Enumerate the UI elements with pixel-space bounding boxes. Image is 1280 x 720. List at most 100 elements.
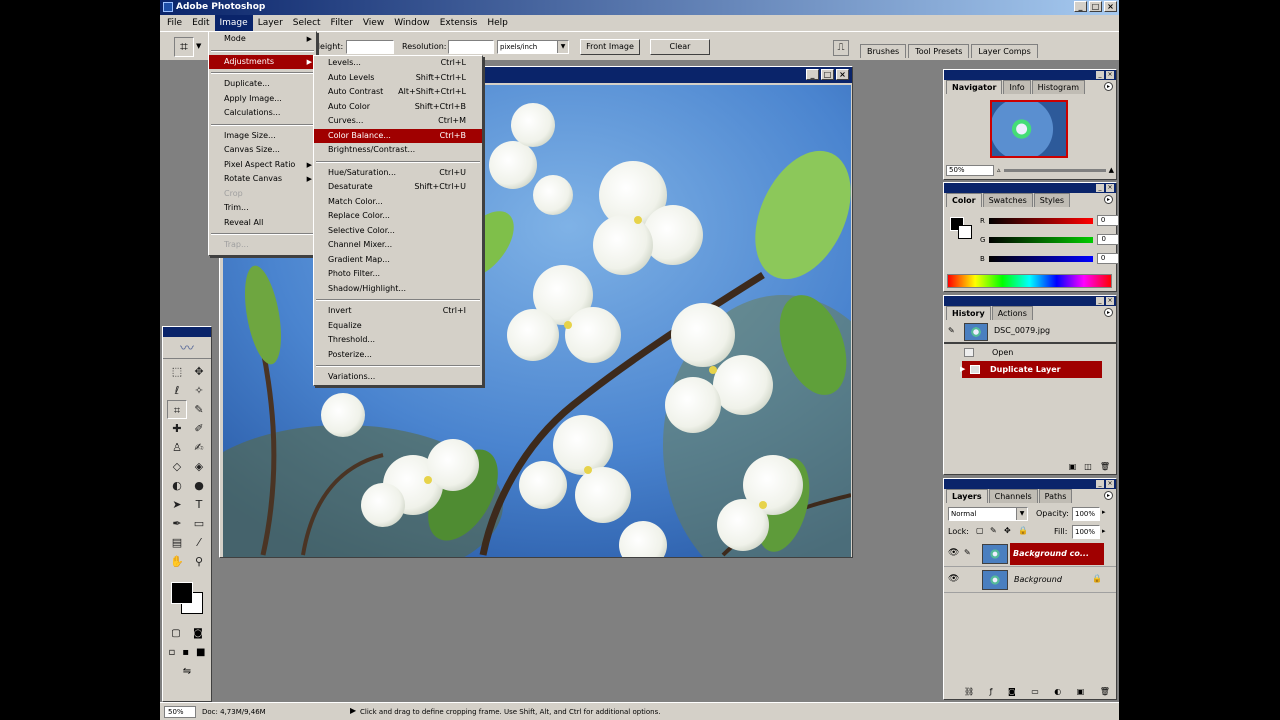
menu-item-posterize[interactable]: Posterize... bbox=[314, 348, 482, 363]
menu-item-variations[interactable]: Variations... bbox=[314, 370, 482, 385]
screen-mode-standard-icon[interactable]: ▫ bbox=[168, 647, 175, 658]
menu-item-gradient-map[interactable]: Gradient Map... bbox=[314, 253, 482, 268]
history-brush-source-icon[interactable]: ✎ bbox=[948, 326, 955, 335]
menu-edit[interactable]: Edit bbox=[187, 15, 214, 31]
history-step-duplicate-layer[interactable]: ▶ Duplicate Layer bbox=[960, 361, 1102, 378]
history-snapshot[interactable]: ✎ DSC_0079.jpg bbox=[944, 320, 1116, 344]
lock-paint-icon[interactable]: ✎ bbox=[990, 526, 997, 535]
doc-close-button[interactable]: × bbox=[836, 69, 849, 80]
blue-value-field[interactable]: 0 bbox=[1096, 253, 1119, 264]
menu-filter[interactable]: Filter bbox=[326, 15, 358, 31]
menu-item-color-balance[interactable]: Color Balance... Ctrl+B bbox=[314, 128, 482, 143]
new-snapshot-icon[interactable]: ◫ bbox=[1084, 462, 1092, 471]
lasso-tool-icon[interactable]: ℓ bbox=[167, 381, 187, 400]
color-background-swatch[interactable] bbox=[958, 225, 972, 239]
history-step-open[interactable]: Open bbox=[944, 344, 1116, 361]
tab-actions[interactable]: Actions bbox=[991, 306, 1033, 320]
delete-state-icon[interactable]: 🗑 bbox=[1100, 462, 1110, 471]
red-value-field[interactable]: 0 bbox=[1096, 215, 1119, 226]
tab-history[interactable]: History bbox=[946, 306, 991, 320]
hand-tool-icon[interactable]: ✋ bbox=[167, 552, 187, 571]
history-brush-tool-icon[interactable]: ✍ bbox=[189, 438, 209, 457]
eyedropper-tool-icon[interactable]: ⁄ bbox=[189, 533, 209, 552]
brush-tool-icon[interactable]: ✐ bbox=[189, 419, 209, 438]
jump-to-imageready-icon[interactable]: ⇋ bbox=[183, 666, 191, 677]
palette-menu-icon[interactable]: ▸ bbox=[1104, 195, 1113, 204]
menu-item-match-color[interactable]: Match Color... bbox=[314, 195, 482, 210]
toolbox-header[interactable] bbox=[163, 327, 211, 337]
palette-minimize-button[interactable]: _ bbox=[1096, 184, 1104, 192]
pen-tool-icon[interactable]: ✒ bbox=[167, 514, 187, 533]
lock-transparency-icon[interactable]: ▢ bbox=[976, 526, 984, 535]
layer-row-background-copy[interactable]: 👁 ✎ Background co... bbox=[944, 541, 1116, 567]
eraser-tool-icon[interactable]: ◇ bbox=[167, 457, 187, 476]
green-slider[interactable] bbox=[989, 236, 1094, 243]
clear-button[interactable]: Clear bbox=[650, 39, 710, 55]
well-tab-brushes[interactable]: Brushes bbox=[860, 44, 907, 58]
menu-item-pixel-aspect-ratio[interactable]: Pixel Aspect Ratio ▶ bbox=[209, 158, 316, 173]
menu-item-curves[interactable]: Curves... Ctrl+M bbox=[314, 114, 482, 129]
menu-item-canvas-size[interactable]: Canvas Size... bbox=[209, 143, 316, 158]
palette-minimize-button[interactable]: _ bbox=[1096, 297, 1104, 305]
tab-styles[interactable]: Styles bbox=[1033, 193, 1071, 207]
well-tab-tool-presets[interactable]: Tool Presets bbox=[908, 44, 970, 58]
palette-header[interactable]: _ × bbox=[944, 70, 1116, 80]
front-image-button[interactable]: Front Image bbox=[580, 39, 640, 55]
delete-layer-icon[interactable]: 🗑 bbox=[1100, 687, 1110, 696]
menu-item-invert[interactable]: Invert Ctrl+I bbox=[314, 304, 482, 319]
tab-paths[interactable]: Paths bbox=[1038, 489, 1073, 503]
link-layers-icon[interactable]: ⛓ bbox=[964, 687, 974, 696]
palette-close-button[interactable]: × bbox=[1106, 297, 1114, 305]
crop-tool-preset-icon[interactable]: ⌗ bbox=[174, 37, 194, 57]
tab-info[interactable]: Info bbox=[1003, 80, 1031, 94]
layer-row-background[interactable]: 👁 Background 🔒 bbox=[944, 567, 1116, 593]
tab-navigator[interactable]: Navigator bbox=[946, 80, 1003, 94]
new-document-from-state-icon[interactable]: ▣ bbox=[1069, 462, 1077, 471]
palette-header[interactable]: _ × bbox=[944, 296, 1116, 306]
status-zoom-field[interactable]: 50% bbox=[164, 706, 196, 718]
palette-menu-icon[interactable]: ▸ bbox=[1104, 491, 1113, 500]
menu-image[interactable]: Image bbox=[214, 15, 253, 31]
shape-tool-icon[interactable]: ▭ bbox=[189, 514, 209, 533]
screen-mode-full-menu-icon[interactable]: ▪ bbox=[182, 647, 189, 658]
opacity-field[interactable]: 100% bbox=[1072, 507, 1100, 521]
doc-maximize-button[interactable]: □ bbox=[821, 69, 834, 80]
menu-item-adjustments[interactable]: Adjustments ▶ bbox=[209, 54, 316, 69]
menu-item-equalize[interactable]: Equalize bbox=[314, 319, 482, 334]
zoom-out-icon[interactable]: ▵ bbox=[997, 166, 1001, 174]
close-button[interactable]: × bbox=[1104, 1, 1117, 12]
palette-close-button[interactable]: × bbox=[1106, 184, 1114, 192]
menu-item-trim[interactable]: Trim... bbox=[209, 201, 316, 216]
new-layer-icon[interactable]: ▣ bbox=[1077, 687, 1085, 696]
screen-mode-full-icon[interactable]: ■ bbox=[196, 647, 205, 658]
foreground-color-swatch[interactable] bbox=[171, 582, 193, 604]
maximize-button[interactable]: □ bbox=[1089, 1, 1102, 12]
tab-layers[interactable]: Layers bbox=[946, 489, 988, 503]
notes-tool-icon[interactable]: ▤ bbox=[167, 533, 187, 552]
zoom-in-icon[interactable]: ▲ bbox=[1109, 166, 1114, 174]
marquee-tool-icon[interactable]: ⬚ bbox=[167, 362, 187, 381]
brush-link-icon[interactable]: ✎ bbox=[964, 548, 971, 557]
menu-layer[interactable]: Layer bbox=[253, 15, 288, 31]
menu-item-rotate-canvas[interactable]: Rotate Canvas ▶ bbox=[209, 172, 316, 187]
palette-close-button[interactable]: × bbox=[1106, 480, 1114, 488]
crop-tool-icon[interactable]: ⌗ bbox=[167, 400, 187, 419]
type-tool-icon[interactable]: T bbox=[189, 495, 209, 514]
palette-minimize-button[interactable]: _ bbox=[1096, 480, 1104, 488]
blue-slider[interactable] bbox=[988, 255, 1093, 262]
clone-stamp-tool-icon[interactable]: ♙ bbox=[167, 438, 187, 457]
menu-item-reveal-all[interactable]: Reveal All bbox=[209, 216, 316, 231]
menu-item-auto-contrast[interactable]: Auto Contrast Alt+Shift+Ctrl+L bbox=[314, 85, 482, 100]
layer-style-icon[interactable]: ƒ bbox=[990, 687, 993, 696]
menu-item-desaturate[interactable]: Desaturate Shift+Ctrl+U bbox=[314, 180, 482, 195]
feather-logo-icon[interactable]: 〰 bbox=[163, 337, 211, 359]
menu-item-shadow-highlight[interactable]: Shadow/Highlight... bbox=[314, 282, 482, 297]
minimize-button[interactable]: _ bbox=[1074, 1, 1087, 12]
zoom-slider[interactable] bbox=[1003, 168, 1106, 172]
well-tab-layer-comps[interactable]: Layer Comps bbox=[971, 44, 1038, 58]
quick-mask-icon[interactable]: ◙ bbox=[193, 628, 203, 639]
menu-item-calculations[interactable]: Calculations... bbox=[209, 106, 316, 121]
height-input[interactable] bbox=[346, 40, 394, 54]
doc-minimize-button[interactable]: _ bbox=[806, 69, 819, 80]
resolution-input[interactable] bbox=[448, 40, 494, 54]
